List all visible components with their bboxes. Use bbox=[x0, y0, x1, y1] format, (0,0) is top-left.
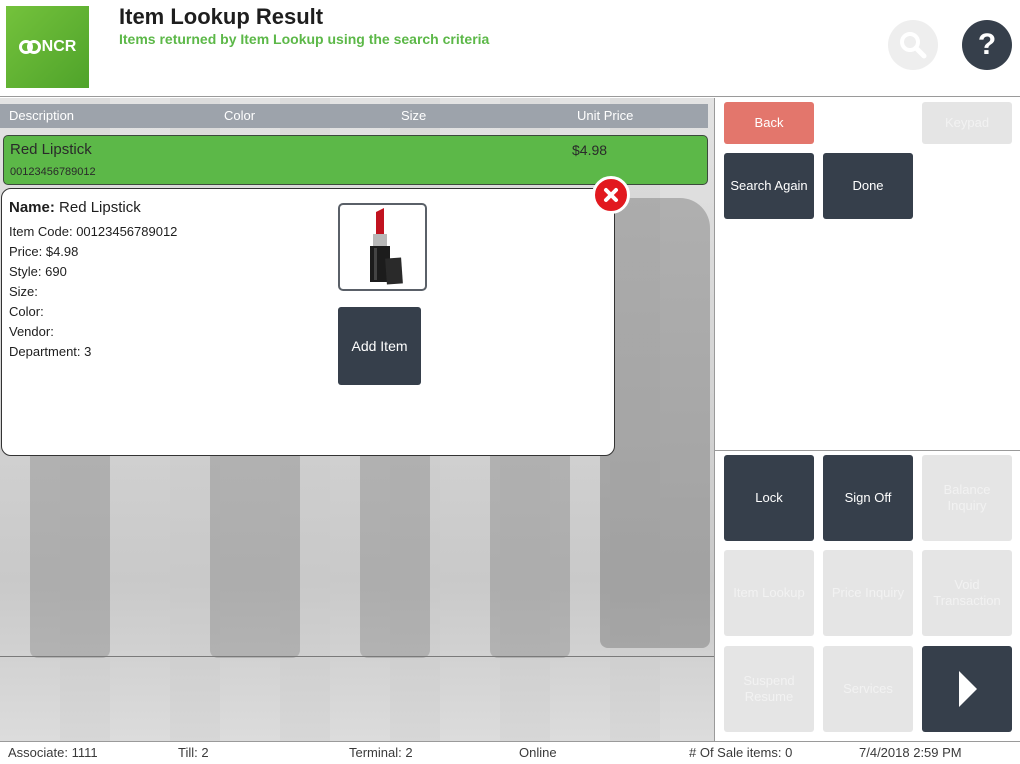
status-sale-items: # Of Sale items: 0 bbox=[689, 745, 793, 760]
back-button[interactable]: Back bbox=[724, 102, 814, 144]
detail-vendor: Vendor: bbox=[9, 324, 54, 339]
next-arrow-icon bbox=[959, 671, 977, 707]
content-divider bbox=[0, 656, 714, 657]
lock-button[interactable]: Lock bbox=[724, 455, 814, 541]
status-till: Till: 2 bbox=[178, 745, 209, 760]
search-again-button[interactable]: Search Again bbox=[724, 153, 814, 219]
ncr-logo: NCR bbox=[6, 6, 89, 88]
column-header-color: Color bbox=[224, 108, 256, 123]
detail-price: Price: $4.98 bbox=[9, 244, 79, 259]
status-bar: Associate: 1111 Till: 2 Terminal: 2 Onli… bbox=[0, 741, 1020, 764]
item-detail-panel: Name: Red Lipstick Item Code: 0012345678… bbox=[1, 188, 615, 456]
search-button[interactable] bbox=[888, 20, 938, 70]
action-button-panel: Back Keypad Search Again Done Lock Sign … bbox=[714, 98, 1020, 741]
sign-off-button[interactable]: Sign Off bbox=[823, 455, 913, 541]
detail-color: Color: bbox=[9, 304, 44, 319]
logo-text: NCR bbox=[41, 38, 77, 55]
item-lookup-button[interactable]: Item Lookup bbox=[724, 550, 814, 636]
detail-name: Name: Red Lipstick bbox=[9, 199, 141, 216]
result-name: Red Lipstick bbox=[10, 141, 92, 158]
done-button[interactable]: Done bbox=[823, 153, 913, 219]
background-image bbox=[600, 198, 710, 648]
column-header-unit-price: Unit Price bbox=[577, 108, 634, 123]
app-header: NCR Item Lookup Result Items returned by… bbox=[0, 0, 1020, 97]
background-image bbox=[210, 428, 300, 658]
detail-name-label: Name: bbox=[9, 199, 55, 216]
status-connection: Online bbox=[519, 745, 557, 760]
status-terminal: Terminal: 2 bbox=[349, 745, 413, 760]
results-grid-header: Description Color Size Unit Price bbox=[0, 104, 708, 128]
status-associate: Associate: 1111 bbox=[8, 745, 98, 760]
add-item-button[interactable]: Add Item bbox=[338, 307, 421, 385]
page-title: Item Lookup Result bbox=[119, 4, 324, 29]
help-icon: ? bbox=[977, 28, 997, 61]
detail-style: Style: 690 bbox=[9, 264, 67, 279]
result-code: 00123456789012 bbox=[10, 166, 96, 178]
detail-size: Size: bbox=[9, 284, 38, 299]
ncr-logo-mark bbox=[18, 40, 41, 54]
price-inquiry-button[interactable]: Price Inquiry bbox=[823, 550, 913, 636]
detail-department: Department: 3 bbox=[9, 344, 92, 359]
void-transaction-button[interactable]: Void Transaction bbox=[922, 550, 1012, 636]
services-button[interactable]: Services bbox=[823, 646, 913, 732]
product-image bbox=[338, 203, 427, 291]
close-detail-button[interactable] bbox=[592, 176, 630, 214]
keypad-button[interactable]: Keypad bbox=[922, 102, 1012, 144]
next-page-button[interactable] bbox=[922, 646, 1012, 732]
close-icon bbox=[604, 188, 618, 202]
page-subtitle: Items returned by Item Lookup using the … bbox=[119, 31, 490, 47]
detail-name-value: Red Lipstick bbox=[59, 199, 141, 216]
result-price: $4.98 bbox=[572, 142, 608, 158]
help-button[interactable]: ? bbox=[962, 20, 1012, 70]
column-header-description: Description bbox=[9, 108, 75, 123]
status-datetime: 7/4/2018 2:59 PM bbox=[859, 745, 962, 760]
lipstick-icon bbox=[369, 208, 403, 285]
search-icon bbox=[900, 32, 927, 59]
detail-item-code: Item Code: 00123456789012 bbox=[9, 224, 178, 239]
column-header-size: Size bbox=[401, 108, 427, 123]
right-panel-divider bbox=[715, 450, 1020, 451]
balance-inquiry-button[interactable]: Balance Inquiry bbox=[922, 455, 1012, 541]
suspend-resume-button[interactable]: Suspend Resume bbox=[724, 646, 814, 732]
